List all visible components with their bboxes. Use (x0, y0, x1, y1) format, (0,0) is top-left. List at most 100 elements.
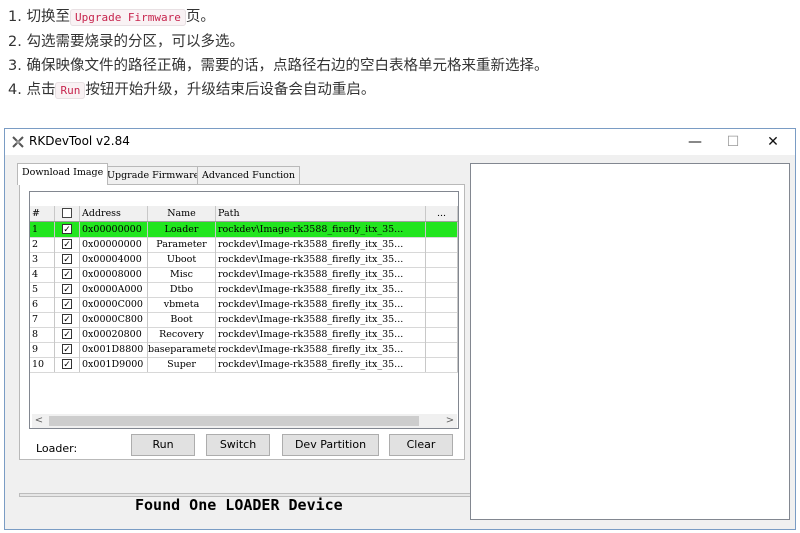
status-text: Found One LOADER Device (135, 496, 343, 514)
row-path[interactable]: rockdev\Image-rk3588_firefly_itx_35... (216, 312, 426, 327)
maximize-button[interactable]: ☐ (711, 129, 755, 155)
inline-code: Upgrade Firmware (69, 9, 186, 26)
row-num: 1 (30, 222, 55, 237)
row-browse[interactable] (426, 297, 458, 312)
scrollbar-thumb[interactable] (49, 416, 419, 426)
table-row[interactable]: 8 ✓ 0x00020800 Recovery rockdev\Image-rk3588… (30, 327, 458, 343)
table-row[interactable]: 9 ✓ 0x001D8800 baseparameter rockdev\Image-r… (30, 342, 458, 358)
header-select-all[interactable] (55, 206, 80, 221)
partition-checkbox[interactable]: ✓ (62, 254, 72, 265)
row-name: Recovery (148, 327, 216, 342)
row-num: 8 (30, 327, 55, 342)
table-row[interactable]: 1 ✓ 0x00000000 Loader rockdev\Image-rk3588_f… (30, 222, 458, 238)
row-name: Parameter (148, 237, 216, 252)
scroll-right-icon[interactable]: > (443, 414, 457, 428)
row-browse[interactable] (426, 222, 458, 237)
partition-checkbox[interactable]: ✓ (62, 314, 72, 325)
row-num: 9 (30, 342, 55, 357)
row-address: 0x001D9000 (80, 357, 148, 372)
row-address: 0x0000C000 (80, 297, 148, 312)
partition-checkbox[interactable]: ✓ (62, 344, 72, 355)
partition-checkbox[interactable]: ✓ (62, 359, 72, 370)
row-path[interactable]: rockdev\Image-rk3588_firefly_itx_35... (216, 357, 426, 372)
row-check[interactable]: ✓ (55, 357, 80, 372)
run-button[interactable]: Run (131, 434, 195, 456)
row-check[interactable]: ✓ (55, 267, 80, 282)
table-row[interactable]: 5 ✓ 0x0000A000 Dtbo rockdev\Image-rk3588_fir… (30, 282, 458, 298)
close-button[interactable]: ✕ (751, 129, 795, 155)
instruction-text: 页。 (185, 9, 215, 25)
row-num: 6 (30, 297, 55, 312)
title-bar[interactable]: RKDevTool v2.84 — ☐ ✕ (5, 129, 795, 155)
header-path: Path (216, 206, 426, 221)
header-more: ... (426, 206, 458, 221)
row-address: 0x0000C800 (80, 312, 148, 327)
tab-advanced-function[interactable]: Advanced Function (197, 166, 300, 184)
row-address: 0x00000000 (80, 237, 148, 252)
table-row[interactable]: 4 ✓ 0x00008000 Misc rockdev\Image-rk3588_fir… (30, 267, 458, 283)
inline-code: Run (55, 82, 86, 99)
row-browse[interactable] (426, 237, 458, 252)
row-num: 2 (30, 237, 55, 252)
row-name: Dtbo (148, 282, 216, 297)
table-row[interactable]: 2 ✓ 0x00000000 Parameter rockdev\Image-rk358… (30, 237, 458, 253)
select-all-checkbox[interactable] (62, 208, 72, 218)
row-browse[interactable] (426, 267, 458, 282)
rkdevtool-window: RKDevTool v2.84 — ☐ ✕ Download Image Upg… (4, 128, 796, 530)
tab-download-image[interactable]: Download Image (17, 163, 109, 185)
row-check[interactable]: ✓ (55, 342, 80, 357)
log-output-box[interactable] (470, 163, 790, 520)
row-name: vbmeta (148, 297, 216, 312)
row-check[interactable]: ✓ (55, 237, 80, 252)
row-browse[interactable] (426, 312, 458, 327)
tab-upgrade-firmware[interactable]: Upgrade Firmware (102, 166, 205, 184)
header-address: Address (80, 206, 148, 221)
table-row[interactable]: 6 ✓ 0x0000C000 vbmeta rockdev\Image-rk3588_f… (30, 297, 458, 313)
row-path[interactable]: rockdev\Image-rk3588_firefly_itx_35... (216, 222, 426, 237)
row-path[interactable]: rockdev\Image-rk3588_firefly_itx_35... (216, 342, 426, 357)
row-path[interactable]: rockdev\Image-rk3588_firefly_itx_35... (216, 282, 426, 297)
row-check[interactable]: ✓ (55, 327, 80, 342)
row-path[interactable]: rockdev\Image-rk3588_firefly_itx_35... (216, 297, 426, 312)
row-check[interactable]: ✓ (55, 297, 80, 312)
partition-checkbox[interactable]: ✓ (62, 239, 72, 250)
row-browse[interactable] (426, 327, 458, 342)
row-check[interactable]: ✓ (55, 282, 80, 297)
row-check[interactable]: ✓ (55, 222, 80, 237)
instruction-line-3: 3. 确保映像文件的路径正确，需要的话，点路径右边的空白表格单元格来重新选择。 (8, 54, 548, 75)
row-address: 0x00004000 (80, 252, 148, 267)
row-address: 0x0000A000 (80, 282, 148, 297)
instruction-text: 按钮开始升级，升级结束后设备会自动重启。 (85, 82, 376, 98)
partition-checkbox[interactable]: ✓ (62, 329, 72, 340)
switch-button[interactable]: Switch (206, 434, 270, 456)
row-browse[interactable] (426, 282, 458, 297)
row-path[interactable]: rockdev\Image-rk3588_firefly_itx_35... (216, 237, 426, 252)
row-path[interactable]: rockdev\Image-rk3588_firefly_itx_35... (216, 267, 426, 282)
row-check[interactable]: ✓ (55, 312, 80, 327)
horizontal-scrollbar[interactable]: < > (32, 414, 457, 428)
partition-checkbox[interactable]: ✓ (62, 224, 72, 235)
row-browse[interactable] (426, 252, 458, 267)
partition-checkbox[interactable]: ✓ (62, 299, 72, 310)
row-name: Super (148, 357, 216, 372)
partition-checkbox[interactable]: ✓ (62, 284, 72, 295)
table-row[interactable]: 7 ✓ 0x0000C800 Boot rockdev\Image-rk3588_fir… (30, 312, 458, 328)
row-browse[interactable] (426, 357, 458, 372)
row-path[interactable]: rockdev\Image-rk3588_firefly_itx_35... (216, 327, 426, 342)
table-row[interactable]: 10 ✓ 0x001D9000 Super rockdev\Image-rk3588_f… (30, 357, 458, 373)
partition-checkbox[interactable]: ✓ (62, 269, 72, 280)
instruction-line-4: 4. 点击 Run 按钮开始升级，升级结束后设备会自动重启。 (8, 78, 375, 99)
partition-table: # Address Name Path ... 1 ✓ 0x00000000 Load… (29, 191, 459, 429)
clear-button[interactable]: Clear (389, 434, 453, 456)
row-name: Boot (148, 312, 216, 327)
scroll-left-icon[interactable]: < (32, 414, 46, 428)
row-path[interactable]: rockdev\Image-rk3588_firefly_itx_35... (216, 252, 426, 267)
table-header: # Address Name Path ... (30, 206, 458, 222)
row-num: 7 (30, 312, 55, 327)
table-row[interactable]: 3 ✓ 0x00004000 Uboot rockdev\Image-rk3588_fi… (30, 252, 458, 268)
row-address: 0x001D8800 (80, 342, 148, 357)
dev-partition-button[interactable]: Dev Partition (282, 434, 379, 456)
row-browse[interactable] (426, 342, 458, 357)
row-check[interactable]: ✓ (55, 252, 80, 267)
row-name: Misc (148, 267, 216, 282)
